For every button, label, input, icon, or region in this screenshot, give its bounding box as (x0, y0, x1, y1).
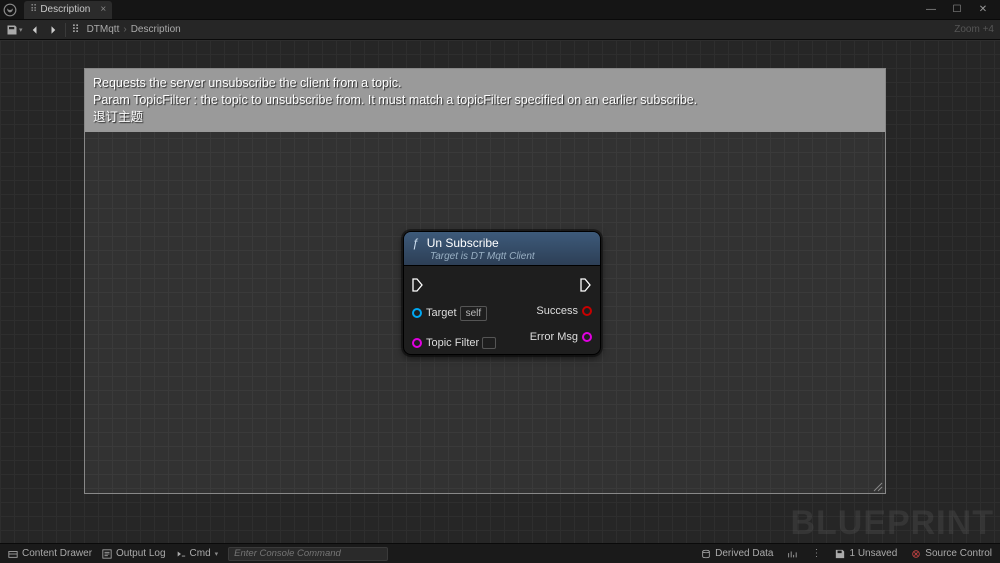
node-body: Target self Topic Filter (404, 266, 600, 354)
output-log-button[interactable]: Output Log (102, 548, 165, 559)
node-header[interactable]: ƒ Un Subscribe Target is DT Mqtt Client (404, 232, 600, 266)
breadcrumb-seg-0[interactable]: DTMqtt (85, 24, 122, 35)
comment-box[interactable]: Requests the server unsubscribe the clie… (84, 68, 886, 494)
exec-input-pin[interactable] (412, 274, 496, 296)
node-subtitle: Target is DT Mqtt Client (412, 251, 592, 262)
blueprint-graph-canvas[interactable]: Requests the server unsubscribe the clie… (0, 40, 1000, 543)
drawer-icon (8, 549, 18, 559)
target-input-pin[interactable]: Target self (412, 302, 496, 324)
exec-output-pin[interactable] (530, 274, 592, 296)
cmd-label: Cmd (190, 548, 211, 559)
function-icon: ƒ (412, 236, 419, 250)
stats-icon (787, 549, 797, 559)
pin-label: Error Msg (530, 331, 578, 343)
save-icon (835, 549, 845, 559)
output-log-label: Output Log (116, 548, 165, 559)
window-close-button[interactable]: ✕ (976, 4, 990, 15)
content-drawer-button[interactable]: Content Drawer (8, 548, 92, 559)
status-bar: Content Drawer Output Log Cmd ▾ Derived … (0, 543, 1000, 563)
blueprint-icon[interactable]: ⠿ (72, 23, 79, 36)
derived-data-label: Derived Data (715, 548, 773, 559)
derived-data-button[interactable]: Derived Data (701, 548, 773, 559)
comment-line-3: 退订主题 (93, 109, 877, 126)
node-title: Un Subscribe (427, 236, 499, 250)
window-titlebar: ⠿ Description × — ☐ ✕ (0, 0, 1000, 20)
tab-grip-icon: ⠿ (30, 4, 36, 15)
source-control-button[interactable]: Source Control (911, 548, 992, 559)
pin-label: Target (426, 307, 457, 319)
nav-forward-button[interactable] (47, 24, 59, 36)
topic-filter-value-input[interactable] (482, 337, 496, 349)
toolbar: ▾ ⠿ DTMqtt › Description Zoom +4 (0, 20, 1000, 40)
window-controls: — ☐ ✕ (924, 4, 1000, 15)
window-minimize-button[interactable]: — (924, 4, 938, 15)
breadcrumb-seg-1[interactable]: Description (129, 24, 183, 35)
log-icon (102, 549, 112, 559)
target-value-input[interactable]: self (460, 306, 488, 321)
resize-handle-icon[interactable] (871, 479, 883, 491)
source-control-label: Source Control (925, 548, 992, 559)
messages-button[interactable]: ⋮ (811, 548, 821, 559)
success-output-pin[interactable]: Success (530, 300, 592, 322)
cmd-icon (176, 549, 186, 559)
unsaved-label: 1 Unsaved (849, 548, 897, 559)
unreal-logo-icon (0, 0, 20, 20)
error-msg-output-pin[interactable]: Error Msg (530, 326, 592, 348)
comment-box-header[interactable]: Requests the server unsubscribe the clie… (85, 69, 885, 132)
tab-close-button[interactable]: × (100, 4, 106, 15)
pin-label: Success (536, 305, 578, 317)
unsaved-button[interactable]: 1 Unsaved (835, 548, 897, 559)
comment-line-2: Param TopicFilter : the topic to unsubsc… (93, 92, 877, 109)
topic-filter-input-pin[interactable]: Topic Filter (412, 332, 496, 354)
chevron-right-icon: › (123, 24, 126, 35)
source-control-icon (911, 549, 921, 559)
nav-back-button[interactable] (29, 24, 41, 36)
zoom-indicator: Zoom +4 (954, 24, 994, 35)
cmd-selector[interactable]: Cmd ▾ (176, 548, 219, 559)
blueprint-node[interactable]: ƒ Un Subscribe Target is DT Mqtt Client … (403, 231, 601, 355)
console-command-input[interactable] (228, 547, 388, 561)
stats-button[interactable] (787, 548, 797, 559)
derived-data-icon (701, 549, 711, 559)
comment-line-1: Requests the server unsubscribe the clie… (93, 75, 877, 92)
editor-tab[interactable]: ⠿ Description × (24, 1, 112, 19)
tab-label: Description (40, 4, 90, 15)
window-maximize-button[interactable]: ☐ (950, 4, 964, 15)
save-button[interactable]: ▾ (6, 24, 23, 36)
pin-label: Topic Filter (426, 337, 479, 349)
breadcrumb: DTMqtt › Description (85, 24, 183, 35)
blueprint-watermark: BLUEPRINT (790, 504, 994, 543)
content-drawer-label: Content Drawer (22, 548, 92, 559)
